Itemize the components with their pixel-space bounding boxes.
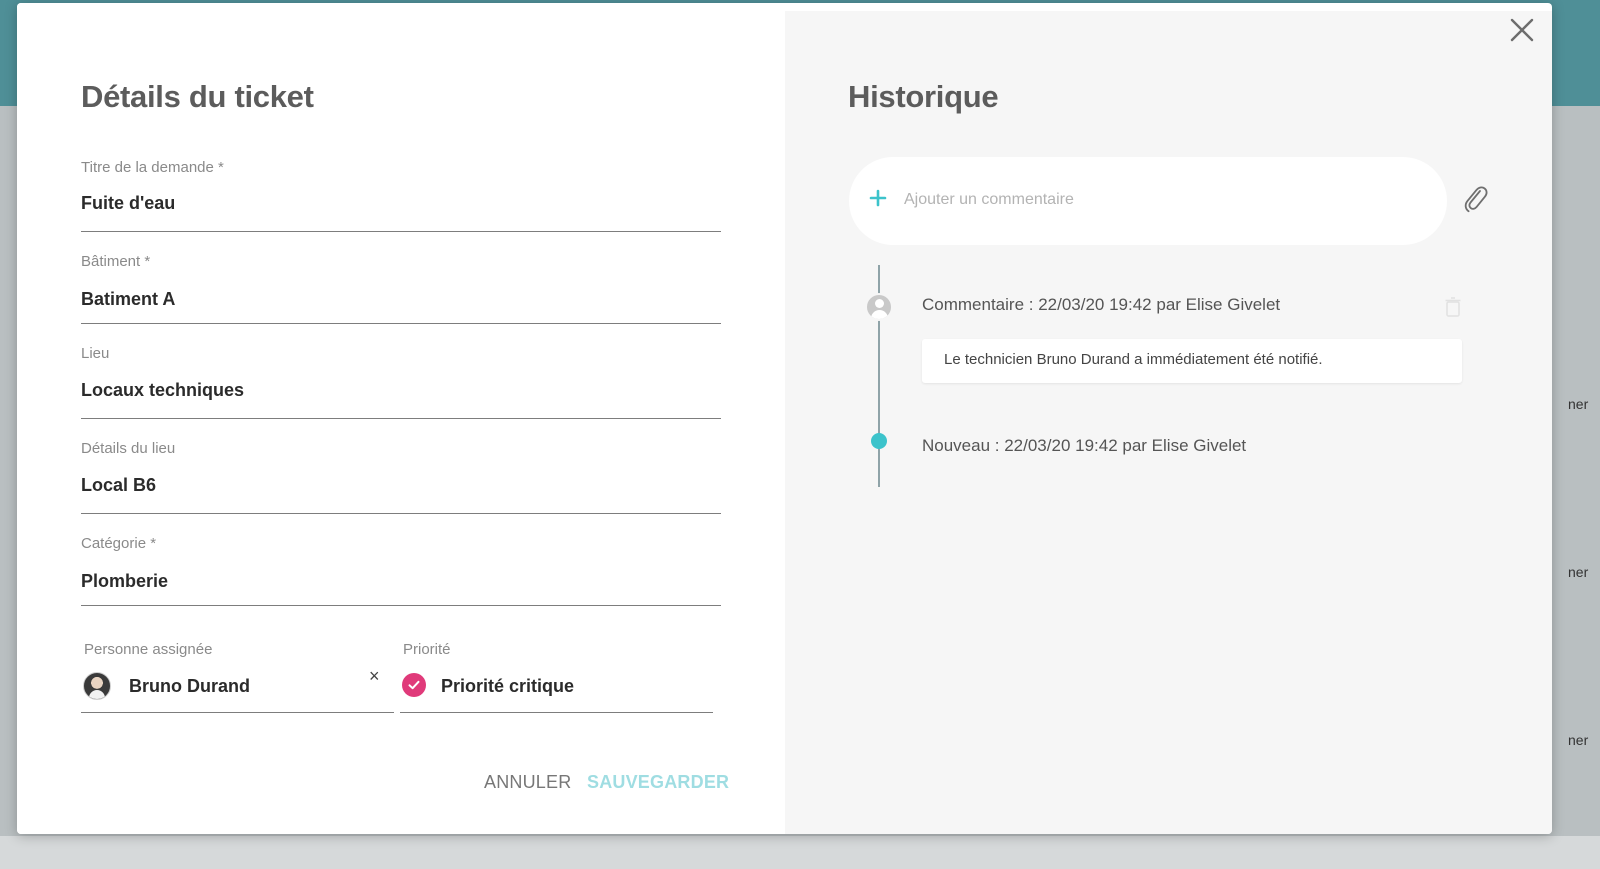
field-value: Locaux techniques: [81, 380, 245, 400]
background-text-fragment: ner: [1568, 564, 1589, 580]
field-label: Lieu: [81, 345, 110, 362]
background-text-fragment: ner: [1568, 732, 1589, 748]
field-value: Fuite d'eau: [81, 193, 176, 213]
field-value: Local B6: [81, 475, 157, 495]
field-label: Catégorie *: [81, 535, 157, 552]
field-building[interactable]: Bâtiment * Batiment A: [81, 249, 721, 324]
save-button[interactable]: SAUVEGARDER: [587, 772, 729, 793]
comment-input[interactable]: [904, 183, 1424, 217]
comment-box[interactable]: [849, 157, 1447, 245]
history-comment-card: Le technicien Bruno Durand a immédiateme…: [922, 339, 1462, 383]
timeline-dot: [871, 433, 887, 449]
field-value: Batiment A: [81, 289, 176, 309]
history-entry-header: Nouveau : 22/03/20 19:42 par Elise Givel…: [922, 436, 1247, 455]
field-label: Bâtiment *: [81, 253, 151, 270]
field-request-title[interactable]: Titre de la demande * Fuite d'eau: [81, 153, 721, 232]
ticket-modal: Détails du ticket Titre de la demande * …: [17, 3, 1552, 834]
user-avatar-icon: [865, 293, 893, 321]
history-title: Historique: [848, 79, 999, 114]
history-comment-text: Le technicien Bruno Durand a immédiateme…: [944, 351, 1323, 368]
app-footer-backdrop: [0, 836, 1600, 869]
ticket-details-panel: Détails du ticket Titre de la demande * …: [17, 3, 785, 834]
cancel-button[interactable]: ANNULER: [484, 772, 571, 793]
trash-icon[interactable]: [1445, 297, 1461, 317]
field-assignee[interactable]: Personne assignée Bruno Durand ×: [81, 633, 394, 713]
history-panel: Historique Commentaire : 22/03/20 19:42 …: [785, 11, 1552, 834]
priority-value: Priorité critique: [441, 676, 575, 696]
paperclip-icon[interactable]: [1461, 183, 1489, 215]
field-location-details[interactable]: Détails du lieu Local B6: [81, 435, 721, 514]
field-priority[interactable]: Priorité Priorité critique: [400, 633, 713, 713]
field-label: Titre de la demande *: [81, 159, 224, 176]
field-value: Plomberie: [81, 571, 169, 591]
details-title: Détails du ticket: [81, 79, 314, 114]
field-category[interactable]: Catégorie * Plomberie: [81, 530, 721, 606]
plus-icon[interactable]: [867, 187, 889, 209]
field-label: Détails du lieu: [81, 440, 176, 457]
field-label: Priorité: [403, 641, 451, 658]
check-icon: [402, 673, 426, 697]
history-entry-header: Commentaire : 22/03/20 19:42 par Elise G…: [922, 295, 1281, 314]
clear-assignee-icon[interactable]: ×: [369, 666, 380, 687]
field-label: Personne assignée: [84, 641, 213, 658]
assignee-avatar: [83, 672, 111, 700]
assignee-name: Bruno Durand: [129, 676, 250, 696]
background-text-fragment: ner: [1568, 396, 1589, 412]
field-location[interactable]: Lieu Locaux techniques: [81, 340, 721, 419]
close-icon[interactable]: [1507, 15, 1537, 45]
